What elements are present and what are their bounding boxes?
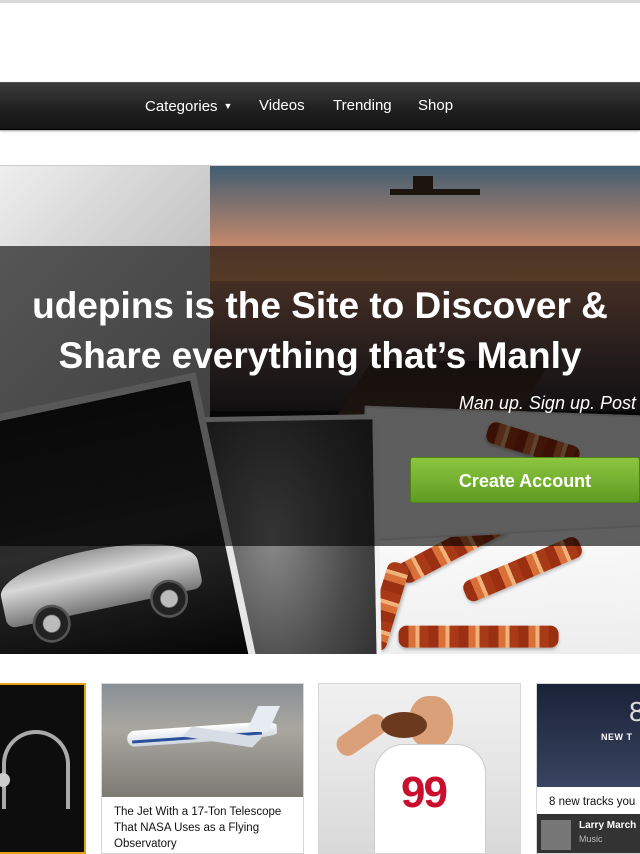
content-card[interactable]: 8 NEW T 8 new tracks you Larry March Mus… (536, 683, 640, 854)
card-image: 99 (319, 684, 520, 853)
card-image (0, 685, 84, 852)
jersey-number: 99 (401, 768, 448, 817)
artist-avatar (541, 820, 571, 850)
artist-genre: Music (579, 834, 603, 844)
content-card[interactable]: 99 (318, 683, 521, 854)
hero-tagline: Man up. Sign up. Post (458, 393, 636, 413)
main-nav-bar: Categories ▼ Videos Trending Shop (0, 82, 640, 130)
nav-categories-label: Categories (145, 98, 218, 115)
artist-row[interactable]: Larry March Music (537, 814, 640, 853)
football-icon (381, 712, 427, 738)
headphones-icon (2, 730, 70, 809)
content-card[interactable]: The Jet With a 17-Ton Telescope That NAS… (101, 683, 304, 854)
hero-headline-line2: Share everything that’s Manly (58, 335, 582, 376)
hero-headline-line1: udepins is the Site to Discover & (32, 285, 608, 326)
create-account-button[interactable]: Create Account (410, 457, 640, 503)
nav-trending[interactable]: Trending (333, 97, 392, 115)
content-card[interactable] (0, 683, 86, 854)
nav-videos[interactable]: Videos (259, 97, 305, 115)
album-number: 8 (629, 696, 640, 728)
artist-name: Larry March (579, 820, 637, 831)
pier-rail (390, 189, 480, 195)
bacon-strip (398, 625, 559, 648)
caret-down-icon: ▼ (223, 101, 233, 111)
nav-categories[interactable]: Categories ▼ (145, 97, 232, 116)
card-title[interactable]: 8 new tracks you (549, 794, 640, 810)
hero-banner: udepins is the Site to Discover & Share … (0, 165, 640, 654)
card-image: 8 NEW T (537, 684, 640, 787)
pier-hut (413, 176, 433, 190)
top-divider (0, 0, 640, 3)
nav-shop[interactable]: Shop (418, 97, 453, 115)
album-text: NEW T (601, 732, 633, 742)
card-title[interactable]: The Jet With a 17-Ton Telescope That NAS… (114, 804, 295, 852)
card-image (102, 684, 303, 797)
hero-headline: udepins is the Site to Discover & Share … (0, 281, 640, 381)
